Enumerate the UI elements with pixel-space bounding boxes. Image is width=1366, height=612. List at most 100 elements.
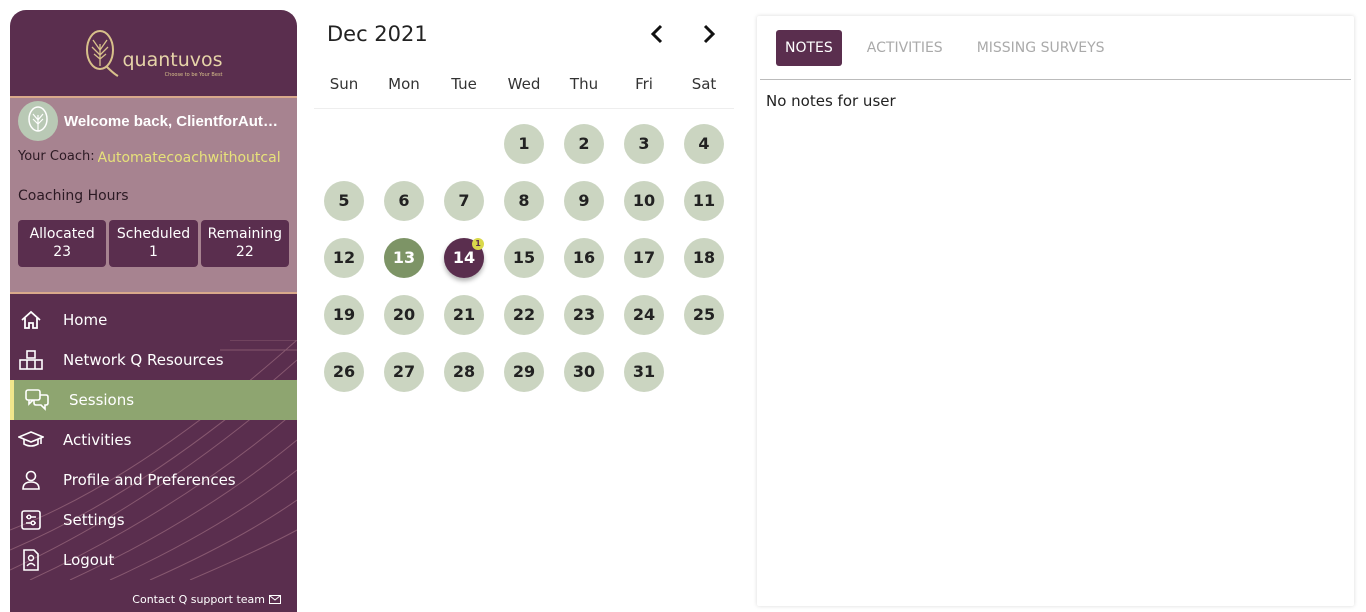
day-button-14[interactable]: 14 1 [444,237,484,278]
day-button-28[interactable]: 28 [444,351,484,392]
day-number: 30 [572,362,596,381]
day-cell: 23 [554,294,614,335]
nav-item-logout[interactable]: Logout [10,540,297,580]
hours-scheduled: Scheduled 1 [109,220,198,267]
day-cell: 30 [554,351,614,392]
empty-day-cell [374,123,434,164]
day-cell: 22 [494,294,554,335]
day-button-11[interactable]: 11 [684,180,724,221]
day-button-31[interactable]: 31 [624,351,664,392]
tab-missing-surveys[interactable]: MISSING SURVEYS [968,30,1114,66]
day-button-12[interactable]: 12 [324,237,364,278]
day-cell: 11 [674,180,734,221]
day-cell: 7 [434,180,494,221]
nav-item-network-q-resources[interactable]: Network Q Resources [10,340,297,380]
day-number: 25 [692,305,716,324]
day-button-1[interactable]: 1 [504,123,544,164]
day-number: 20 [392,305,416,324]
graduation-cap-icon [18,428,44,452]
hours-allocated: Allocated 23 [18,220,107,267]
day-number: 18 [692,248,716,267]
logo-area: quantuvos Choose to be Your Best [10,10,297,98]
empty-notes-message: No notes for user [766,92,896,110]
day-number: 11 [692,191,716,210]
day-cell: 18 [674,237,734,278]
day-button-18[interactable]: 18 [684,237,724,278]
day-cell: 31 [614,351,674,392]
day-number: 2 [578,134,590,153]
day-button-19[interactable]: 19 [324,294,364,335]
day-button-30[interactable]: 30 [564,351,604,392]
day-button-27[interactable]: 27 [384,351,424,392]
day-button-6[interactable]: 6 [384,180,424,221]
nav-item-sessions[interactable]: Sessions [10,380,297,420]
day-button-25[interactable]: 25 [684,294,724,335]
day-number: 22 [512,305,536,324]
brand-tagline: Choose to be Your Best [164,72,223,78]
day-button-24[interactable]: 24 [624,294,664,335]
next-month-button[interactable] [694,19,724,49]
day-button-5[interactable]: 5 [324,180,364,221]
day-cell: 19 [314,294,374,335]
day-cell: 17 [614,237,674,278]
nav-item-label: Settings [63,511,125,529]
day-number: 17 [632,248,656,267]
day-number: 31 [632,362,656,381]
day-button-29[interactable]: 29 [504,351,544,392]
day-cell: 8 [494,180,554,221]
day-button-4[interactable]: 4 [684,123,724,164]
day-number: 7 [458,191,470,210]
day-cell: 4 [674,123,734,164]
day-number: 19 [332,305,356,324]
day-button-20[interactable]: 20 [384,294,424,335]
nav-item-home[interactable]: Home [10,300,297,340]
tab-notes[interactable]: NOTES [776,29,842,66]
nav-item-profile-and-preferences[interactable]: Profile and Preferences [10,460,297,500]
day-button-17[interactable]: 17 [624,237,664,278]
weekday-label: Tue [451,75,477,93]
coach-label: Your Coach: [18,149,95,164]
nav-item-activities[interactable]: Activities [10,420,297,460]
day-button-16[interactable]: 16 [564,237,604,278]
previous-month-button[interactable] [642,19,672,49]
day-button-13[interactable]: 13 [384,237,424,278]
day-cell: 13 [374,237,434,278]
day-number: 9 [578,191,590,210]
day-button-15[interactable]: 15 [504,237,544,278]
day-cell: 20 [374,294,434,335]
coaching-hours-title: Coaching Hours [18,188,129,204]
day-cell: 12 [314,237,374,278]
day-cell: 27 [374,351,434,392]
chevron-left-icon [650,24,663,44]
nav-item-settings[interactable]: Settings [10,500,297,540]
day-number: 24 [632,305,656,324]
day-number: 16 [572,248,596,267]
support-label: Contact Q support team [132,593,265,606]
tab-activities[interactable]: ACTIVITIES [858,30,952,66]
day-button-10[interactable]: 10 [624,180,664,221]
day-button-22[interactable]: 22 [504,294,544,335]
nav-item-label: Activities [63,431,132,449]
sidebar: quantuvos Choose to be Your Best Welcome… [10,10,297,612]
day-number: 27 [392,362,416,381]
day-button-9[interactable]: 9 [564,180,604,221]
nav-item-label: Logout [63,551,115,569]
hours-remaining-label: Remaining [207,226,282,242]
day-button-23[interactable]: 23 [564,294,604,335]
empty-day-cell [314,123,374,164]
day-button-26[interactable]: 26 [324,351,364,392]
logo[interactable]: quantuvos Choose to be Your Best [84,28,223,78]
day-button-3[interactable]: 3 [624,123,664,164]
avatar[interactable] [18,101,58,141]
day-number: 23 [572,305,596,324]
day-cell: 28 [434,351,494,392]
day-number: 10 [632,191,656,210]
contact-support-link[interactable]: Contact Q support team [132,593,281,606]
day-button-8[interactable]: 8 [504,180,544,221]
day-button-7[interactable]: 7 [444,180,484,221]
mail-icon [269,595,281,604]
day-button-21[interactable]: 21 [444,294,484,335]
day-number: 8 [518,191,530,210]
day-button-2[interactable]: 2 [564,123,604,164]
weekday-label: Sun [329,75,359,93]
